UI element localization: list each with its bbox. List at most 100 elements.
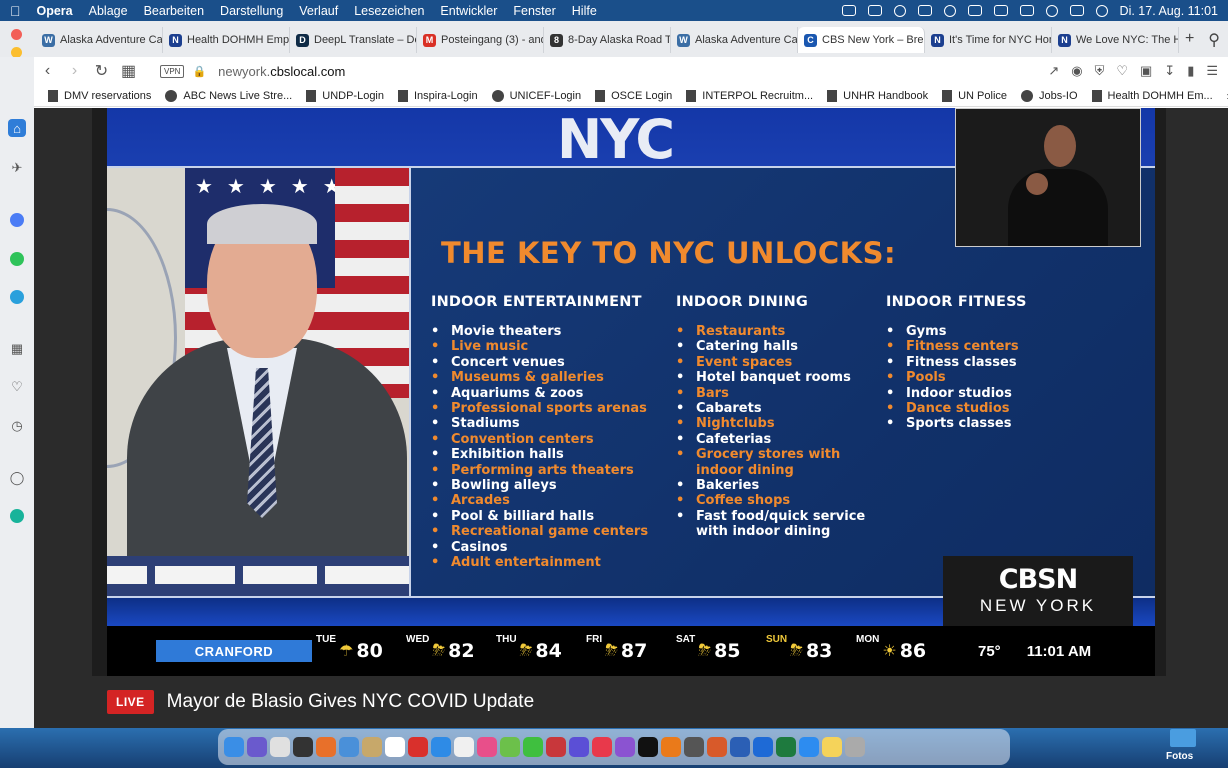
bookmark-item[interactable]: Health DOHMH Em... (1091, 89, 1213, 102)
dock-app-icon[interactable] (845, 737, 865, 757)
dock-app-icon[interactable] (339, 737, 359, 757)
dock-app-icon[interactable] (638, 737, 658, 757)
extensions-cube-icon[interactable]: ▣ (1140, 63, 1152, 79)
screen-record-icon[interactable] (841, 5, 856, 16)
url-field[interactable]: newyork.cbslocal.com (218, 64, 345, 79)
aria-icon[interactable] (8, 507, 26, 525)
menu-ablage[interactable]: Ablage (89, 4, 128, 18)
dock-app-icon[interactable] (546, 737, 566, 757)
snapshot-camera-icon[interactable]: ◉ (1071, 63, 1082, 79)
browser-tab[interactable]: N We Love NYC: The He (1052, 27, 1179, 53)
dock-app-icon[interactable] (730, 737, 750, 757)
browser-tab[interactable]: M Posteingang (3) - and (417, 27, 544, 53)
speed-dial-icon[interactable]: ▦ (8, 340, 26, 358)
dock-app-icon[interactable] (270, 737, 290, 757)
back-icon[interactable]: ‹ (34, 62, 61, 80)
travel-icon[interactable]: ✈ (8, 159, 26, 177)
apple-menu-icon[interactable]:  (10, 3, 21, 19)
dock-app-icon[interactable] (684, 737, 704, 757)
photos-folder-icon[interactable] (1170, 729, 1196, 747)
dock-app-icon[interactable] (707, 737, 727, 757)
bookmark-item[interactable]: UNICEF-Login (491, 89, 581, 102)
battery-icon[interactable] (1019, 5, 1034, 16)
download-icon[interactable]: ↧ (1164, 63, 1175, 79)
dock-app-icon[interactable] (247, 737, 267, 757)
menu-hilfe[interactable]: Hilfe (572, 4, 597, 18)
dock-app-icon[interactable] (592, 737, 612, 757)
menu-darstellung[interactable]: Darstellung (220, 4, 283, 18)
dock-app-icon[interactable] (615, 737, 635, 757)
menubar-clock[interactable]: Di. 17. Aug. 11:01 (1120, 4, 1218, 18)
close-window-icon[interactable] (11, 29, 22, 40)
dock-app-icon[interactable] (661, 737, 681, 757)
bookmark-item[interactable]: UNDP-Login (306, 89, 384, 102)
user-icon[interactable] (1095, 4, 1108, 17)
forward-icon[interactable]: › (61, 62, 88, 80)
dock-app-icon[interactable] (776, 737, 796, 757)
browser-tab[interactable]: W Alaska Adventure Car (671, 27, 798, 53)
spotlight-search-icon[interactable] (1045, 4, 1058, 17)
dock-app-icon[interactable] (293, 737, 313, 757)
vpn-badge[interactable]: VPN (160, 64, 185, 78)
play-icon[interactable] (893, 4, 906, 17)
video-frame[interactable]: NYC ★★★★★★★★★★★★★★★★ (107, 108, 1155, 676)
browser-tab[interactable]: 8 8-Day Alaska Road Tr (544, 27, 671, 53)
dock-app-icon[interactable] (500, 737, 520, 757)
dock-app-icon[interactable] (408, 737, 428, 757)
new-tab-icon[interactable]: + (1185, 30, 1194, 50)
bookmark-item[interactable]: DMV reservations (48, 89, 151, 102)
tab-search-icon[interactable]: ⚲ (1208, 30, 1220, 50)
dock-app-icon[interactable] (362, 737, 382, 757)
keyboard-icon[interactable] (917, 5, 932, 16)
tab-grid-icon[interactable]: ▦ (115, 61, 142, 81)
dock-app-icon[interactable] (316, 737, 336, 757)
menu-bearbeiten[interactable]: Bearbeiten (144, 4, 204, 18)
bookmarks-heart-icon[interactable]: ♡ (8, 378, 26, 396)
dock-app-icon[interactable] (799, 737, 819, 757)
dropbox-icon[interactable] (867, 5, 882, 16)
reload-icon[interactable]: ↻ (88, 61, 115, 81)
dock-app-icon[interactable] (477, 737, 497, 757)
bookmark-item[interactable]: ABC News Live Stre... (165, 89, 292, 102)
menu-app-name[interactable]: Opera (37, 4, 73, 18)
lock-icon[interactable]: 🔒 (192, 65, 206, 78)
share-icon[interactable]: ↗ (1048, 63, 1059, 79)
menu-verlauf[interactable]: Verlauf (299, 4, 338, 18)
browser-tab[interactable]: C CBS New York – Break (798, 27, 925, 53)
menu-entwickler[interactable]: Entwickler (440, 4, 497, 18)
home-icon[interactable]: ⌂ (8, 119, 26, 137)
menu-lesezeichen[interactable]: Lesezeichen (354, 4, 424, 18)
dock-app-icon[interactable] (822, 737, 842, 757)
dock-app-icon[interactable] (431, 737, 451, 757)
browser-tab[interactable]: N Health DOHMH Emplo (163, 27, 290, 53)
bookmark-item[interactable]: Jobs-IO (1021, 89, 1078, 102)
easy-setup-icon[interactable]: ☰ (1206, 63, 1218, 79)
volume-icon[interactable] (967, 5, 982, 16)
lightbulb-icon[interactable]: ◯ (8, 469, 26, 487)
video-player[interactable]: NYC ★★★★★★★★★★★★★★★★ (92, 108, 1166, 728)
battery-saver-icon[interactable]: ▮ (1187, 63, 1194, 79)
telegram-icon[interactable] (8, 288, 26, 306)
heart-bookmark-icon[interactable]: ♡ (1116, 63, 1128, 79)
dock-app-icon[interactable] (454, 737, 474, 757)
shield-icon[interactable]: ⛨ (1095, 63, 1105, 79)
bookmark-item[interactable]: OSCE Login (595, 89, 672, 102)
messenger-icon[interactable] (8, 211, 26, 229)
dock-app-icon[interactable] (385, 737, 405, 757)
browser-tab[interactable]: D DeepL Translate – De (290, 27, 417, 53)
dock-app-icon[interactable] (523, 737, 543, 757)
bluetooth-icon[interactable] (993, 5, 1008, 16)
browser-tab[interactable]: N It's Time for NYC Hom (925, 27, 1052, 53)
whatsapp-icon[interactable] (8, 250, 26, 268)
bookmark-item[interactable]: Inspira-Login (398, 89, 478, 102)
desktop-item-label[interactable]: Fotos (1166, 751, 1193, 762)
dock-app-icon[interactable] (224, 737, 244, 757)
dock-app-icon[interactable] (569, 737, 589, 757)
dock-app-icon[interactable] (753, 737, 773, 757)
menu-fenster[interactable]: Fenster (513, 4, 555, 18)
bookmark-item[interactable]: INTERPOL Recruitm... (686, 89, 813, 102)
time-machine-icon[interactable] (943, 4, 956, 17)
control-center-icon[interactable] (1069, 5, 1084, 16)
history-clock-icon[interactable]: ◷ (8, 417, 26, 435)
browser-tab[interactable]: W Alaska Adventure Car (36, 27, 163, 53)
